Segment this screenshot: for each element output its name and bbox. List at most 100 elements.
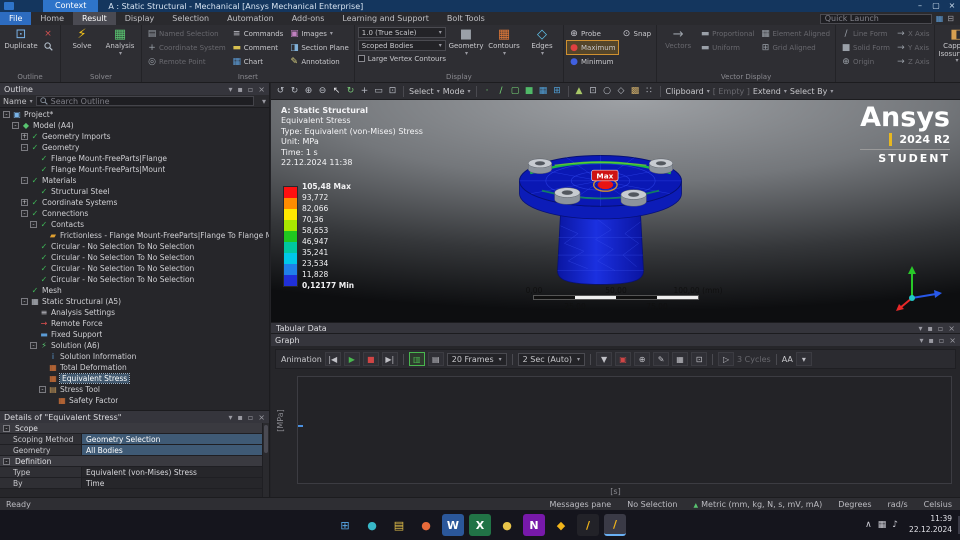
outline-item-solution-a6[interactable]: - ⚡ Solution (A6) [0, 340, 269, 351]
duration-select[interactable]: 2 Sec (Auto) ▾ [517, 352, 586, 366]
taskbar-chrome[interactable]: ● [496, 514, 518, 536]
anim-last-button[interactable]: ▶| [381, 352, 398, 366]
line-form-button[interactable]: / Line Form [839, 27, 892, 40]
outline-item-flange-mount-freeparts-mount[interactable]: ✓ Flange Mount-FreeParts|Mount [0, 164, 269, 175]
details-section-definition[interactable]: - Definition [0, 456, 269, 467]
outline-item-total-deformation[interactable]: ▦ Total Deformation [0, 362, 269, 373]
taskbar-start[interactable]: ⊞ [334, 514, 356, 536]
outline-item-safety-factor[interactable]: ▦ Safety Factor [0, 395, 269, 406]
annotation-button[interactable]: ✎ Annotation [287, 55, 350, 68]
close-icon[interactable]: × [948, 324, 955, 333]
tab-display[interactable]: Display [116, 12, 164, 25]
outline-item-circular-no-selection-to-no-selection[interactable]: ✓ Circular - No Selection To No Selection [0, 252, 269, 263]
pin-icon[interactable]: ▪ [928, 336, 933, 345]
float-icon[interactable]: ▫ [248, 85, 253, 94]
solid-form-button[interactable]: ■ Solid Form [839, 41, 892, 54]
float-icon[interactable]: ▫ [938, 324, 943, 333]
outline-item-circular-no-selection-to-no-selection[interactable]: ✓ Circular - No Selection To No Selection [0, 241, 269, 252]
minimize-ribbon-icon[interactable]: ⊟ [947, 14, 954, 23]
vectors-button[interactable]: → Vectors [660, 27, 696, 72]
tree-expander-icon[interactable]: + [21, 133, 28, 140]
image-capture-button[interactable]: ▦ [672, 352, 689, 366]
minimize-button[interactable]: – [912, 0, 928, 12]
close-icon[interactable]: × [258, 413, 265, 422]
zoom-box-button[interactable]: ▭ [373, 85, 384, 98]
taskbar-excel[interactable]: X [469, 514, 491, 536]
tree-expander-icon[interactable]: - [21, 144, 28, 151]
geometry-button[interactable]: ■ Geometry ▾ [448, 27, 484, 72]
clipboard-menu[interactable]: Clipboard ▾ [666, 87, 710, 96]
frames-select[interactable]: 20 Frames ▾ [446, 352, 507, 366]
details-value[interactable]: Equivalent (von-Mises) Stress [82, 467, 269, 477]
view-undo-button[interactable]: ↺ [275, 85, 286, 98]
tree-expander-icon[interactable]: - [30, 342, 37, 349]
float-icon[interactable]: ▫ [939, 336, 944, 345]
rotate-button[interactable]: ↻ [345, 85, 356, 98]
export-video-button[interactable]: ▼ [596, 352, 613, 366]
show-vertices-button[interactable]: ∷ [644, 85, 655, 98]
panel-menu-icon[interactable]: ▾ [228, 413, 232, 422]
panel-menu-icon[interactable]: ▾ [919, 336, 923, 345]
tray-icon-0[interactable]: ∧ [865, 520, 872, 530]
scale-select[interactable]: 1.0 (True Scale) ▾ [357, 27, 446, 38]
select-by-menu[interactable]: Select By ▾ [790, 87, 833, 96]
section-expander-icon[interactable]: - [3, 424, 10, 432]
tree-expander-icon[interactable]: - [21, 210, 28, 217]
tab-selection[interactable]: Selection [163, 12, 218, 25]
quick-launch-input[interactable]: Quick Launch [819, 13, 932, 24]
coordinate-triad[interactable] [892, 260, 946, 314]
pin-icon[interactable]: ▪ [237, 85, 242, 94]
outline-item-structural-steel[interactable]: ✓ Structural Steel [0, 186, 269, 197]
x-axis-button[interactable]: → X Axis [894, 27, 932, 40]
viewport-3d[interactable]: A: Static Structural Equivalent Stress Typ… [271, 100, 960, 322]
tab-add-ons[interactable]: Add-ons [283, 12, 334, 25]
outline-item-materials[interactable]: - ✓ Materials [0, 175, 269, 186]
edges-button[interactable]: ◇ Edges ▾ [524, 27, 560, 72]
maximize-button[interactable]: ▢ [928, 0, 944, 12]
body-filter-button[interactable]: ■ [524, 85, 535, 98]
record-button[interactable]: ▣ [615, 352, 632, 366]
taskbar-edge[interactable]: ● [361, 514, 383, 536]
outline-item-flange-mount-freeparts-flange[interactable]: ✓ Flange Mount-FreeParts|Flange [0, 153, 269, 164]
tree-expander-icon[interactable]: - [21, 298, 28, 305]
taskbar-brave[interactable]: ● [415, 514, 437, 536]
tree-expander-icon[interactable]: - [3, 111, 10, 118]
box-select-button[interactable]: ⊡ [588, 85, 599, 98]
close-icon[interactable]: × [949, 336, 956, 345]
details-scrollbar[interactable] [262, 423, 269, 497]
search-input[interactable]: Search Outline [35, 96, 254, 106]
delete-button[interactable]: × [41, 27, 57, 40]
taskbar-spaceclaim[interactable]: ◆ [550, 514, 572, 536]
taskbar-workbench[interactable]: / [577, 514, 599, 536]
outline-item-analysis-settings[interactable]: ≡ Analysis Settings [0, 307, 269, 318]
zoom-fit-button[interactable]: ⊡ [387, 85, 398, 98]
taskbar-folder[interactable]: ▤ [388, 514, 410, 536]
panel-menu-icon[interactable]: ▾ [918, 324, 922, 333]
tab-result[interactable]: Result [73, 12, 116, 25]
comment-button[interactable]: ▬ Comment [230, 41, 286, 54]
tab-bolt-tools[interactable]: Bolt Tools [438, 12, 494, 25]
anim-stop-button[interactable]: ■ [362, 352, 379, 366]
tree-expander-icon[interactable]: - [12, 122, 19, 129]
edge-filter-button[interactable]: / [496, 85, 507, 98]
select-cursor-button[interactable]: ↖ [331, 85, 342, 98]
pan-button[interactable]: + [359, 85, 370, 98]
tree-expander-icon[interactable]: - [30, 221, 37, 228]
node-filter-button[interactable]: ▦ [538, 85, 549, 98]
play-cycles-button[interactable]: ▷ [718, 352, 735, 366]
mode-menu[interactable]: Mode ▾ [443, 87, 471, 96]
probe-button[interactable]: ⊕ Probe [567, 27, 618, 40]
outline-item-geometry-imports[interactable]: + ✓ Geometry Imports [0, 131, 269, 142]
outline-item-coordinate-systems[interactable]: + ✓ Coordinate Systems [0, 197, 269, 208]
context-tab[interactable]: Context [43, 0, 99, 12]
chart-button[interactable]: ▦ Chart [230, 55, 286, 68]
taskbar-clock[interactable]: 11:39 22.12.2024 [909, 514, 952, 535]
help-grid-icon[interactable]: ▦ [936, 14, 944, 23]
float-icon[interactable]: ▫ [248, 413, 253, 422]
named-selection-button[interactable]: ▤ Named Selection [145, 27, 228, 40]
outline-item-project[interactable]: - ▣ Project* [0, 109, 269, 120]
minimum-button[interactable]: ● Minimum [567, 55, 618, 68]
remote-point-button[interactable]: ◎ Remote Point [145, 55, 228, 68]
taskbar-mechanical[interactable]: / [604, 514, 626, 536]
outline-item-connections[interactable]: - ✓ Connections [0, 208, 269, 219]
